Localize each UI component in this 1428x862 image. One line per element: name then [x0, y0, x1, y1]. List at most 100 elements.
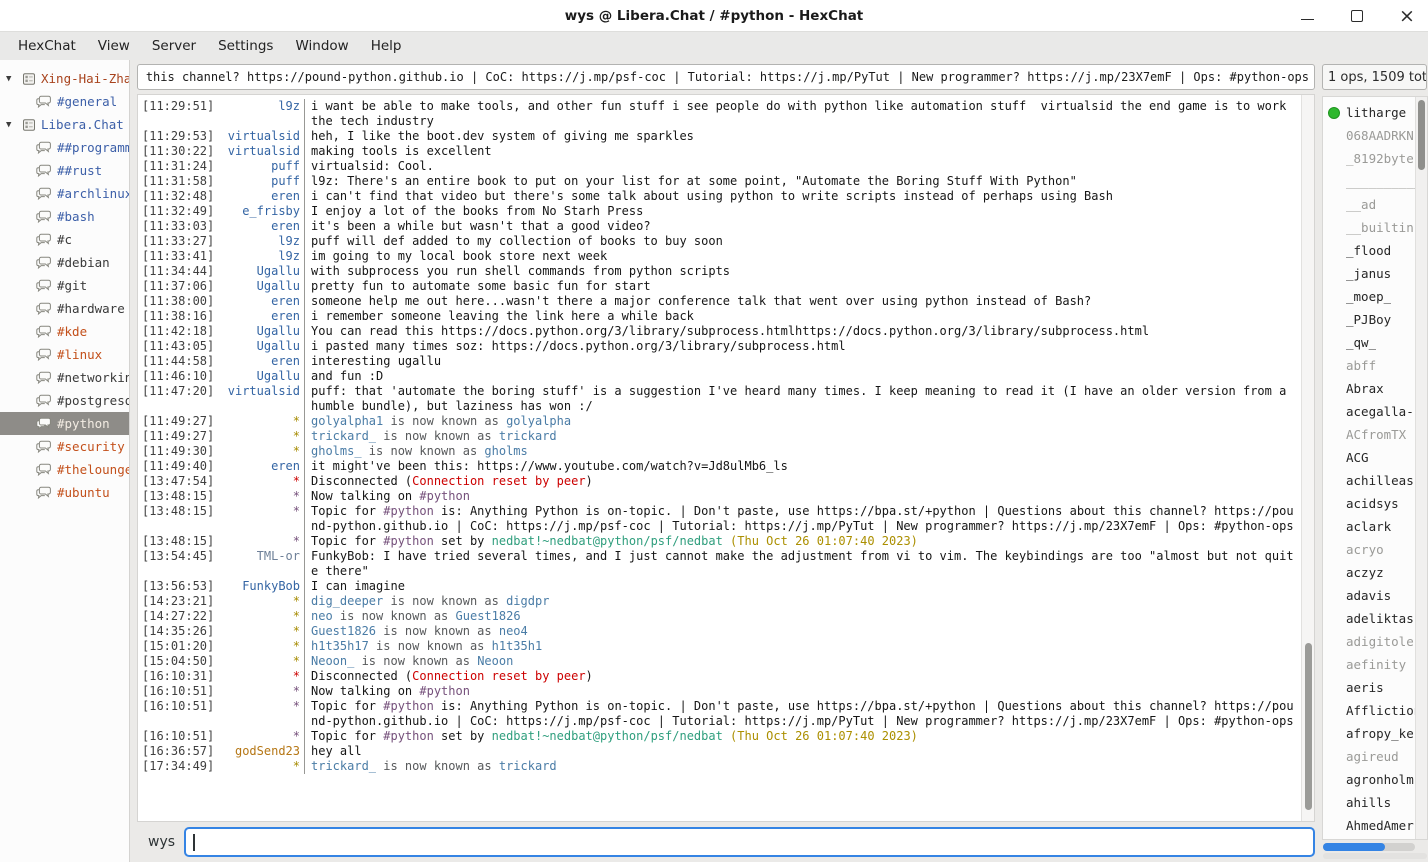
pane-separator-right[interactable] [1315, 60, 1322, 862]
userlist-hscrollbar-thumb[interactable] [1323, 843, 1385, 851]
menu-help[interactable]: Help [360, 34, 413, 58]
expander-icon[interactable]: ▼ [6, 120, 17, 130]
user-row[interactable]: 068AADRKN [1323, 124, 1415, 147]
pane-separator-left[interactable] [130, 60, 137, 862]
user-row[interactable]: adeliktas [1323, 607, 1415, 630]
userlist-hscrollbar[interactable] [1323, 843, 1415, 851]
user-nick: adigitole [1346, 634, 1414, 649]
nick: puff [271, 174, 300, 189]
status-spacer [1328, 475, 1340, 487]
user-row[interactable]: aclark [1323, 515, 1415, 538]
user-row[interactable]: aeris [1323, 676, 1415, 699]
tree-server-xing-hai-zhan[interactable]: ▼Xing-Hai-Zhan [0, 67, 129, 90]
chat-message: [16:10:31]*Disconnected (Connection rese… [140, 669, 1295, 684]
user-row[interactable]: AhmedAmer [1323, 814, 1415, 837]
menu-hexchat[interactable]: HexChat [7, 34, 87, 58]
message-text: dig_deeper is now known as digdpr [304, 594, 1295, 609]
user-row[interactable]: agireud [1323, 745, 1415, 768]
tree-channel-git[interactable]: #git [0, 274, 129, 297]
chat-message: [11:34:44]Ugalluwith subprocess you run … [140, 264, 1295, 279]
expander-icon[interactable]: ▼ [6, 74, 17, 84]
user-row[interactable]: __________ [1323, 170, 1415, 193]
user-nick: adavis [1346, 588, 1391, 603]
tree-channel-label: #bash [57, 209, 95, 224]
tree-server-libera.chat[interactable]: ▼Libera.Chat [0, 113, 129, 136]
user-row[interactable]: _janus [1323, 262, 1415, 285]
userlist-vscrollbar-thumb[interactable] [1418, 100, 1425, 170]
tree-channel-hardware[interactable]: #hardware [0, 297, 129, 320]
channel-icon [36, 440, 52, 453]
menu-server[interactable]: Server [141, 34, 207, 58]
tree-channel-ubuntu[interactable]: #ubuntu [0, 481, 129, 504]
status-spacer [1328, 636, 1340, 648]
user-row[interactable]: afropy_ke [1323, 722, 1415, 745]
user-row[interactable]: acegalla- [1323, 400, 1415, 423]
channel-icon [36, 210, 52, 223]
nick: eren [271, 219, 300, 234]
topic-input[interactable]: about this channel? https://pound-python… [137, 64, 1315, 90]
message-text: Now talking on #python [304, 684, 1295, 699]
tree-channel-linux[interactable]: #linux [0, 343, 129, 366]
tree-channel-archlinux[interactable]: #archlinux [0, 182, 129, 205]
message-text: Guest1826 is now known as neo4 [304, 624, 1295, 639]
user-row[interactable]: __ad [1323, 193, 1415, 216]
user-row[interactable]: achilleas [1323, 469, 1415, 492]
tree-channel-kde[interactable]: #kde [0, 320, 129, 343]
timestamp: [11:47:20] [142, 384, 214, 414]
user-nick: _qw_ [1346, 335, 1376, 350]
user-row[interactable]: agronholm [1323, 768, 1415, 791]
user-row[interactable]: acidsys [1323, 492, 1415, 515]
tree-channel-c[interactable]: #c [0, 228, 129, 251]
user-row[interactable]: _8192byte [1323, 147, 1415, 170]
user-row[interactable]: __builtin [1323, 216, 1415, 239]
tree-channel-debian[interactable]: #debian [0, 251, 129, 274]
tree-channel-rust[interactable]: ##rust [0, 159, 129, 182]
status-spacer [1328, 291, 1340, 303]
message-input[interactable] [184, 827, 1315, 857]
tree-channel-networking[interactable]: #networking [0, 366, 129, 389]
tree-channel-postgresql[interactable]: #postgresql [0, 389, 129, 412]
user-nick: aeris [1346, 680, 1384, 695]
message-text: it's been a while but wasn't that a good… [304, 219, 1295, 234]
userlist-vscrollbar[interactable] [1415, 97, 1427, 839]
user-row[interactable]: _qw_ [1323, 331, 1415, 354]
chat-scrollbar-thumb[interactable] [1305, 643, 1312, 810]
user-row[interactable]: Affliction [1323, 699, 1415, 722]
user-row[interactable]: ahills [1323, 791, 1415, 814]
menu-view[interactable]: View [87, 34, 141, 58]
maximize-button[interactable] [1351, 10, 1363, 22]
chat-scrollbar[interactable] [1301, 95, 1314, 821]
nick: e_frisby [242, 204, 300, 219]
window-title: wys @ Libera.Chat / #python - HexChat [565, 8, 864, 24]
userlist-hscrollbar-track2[interactable] [1323, 853, 1427, 859]
menu-settings[interactable]: Settings [207, 34, 284, 58]
user-row[interactable]: ACG [1323, 446, 1415, 469]
minimize-button[interactable] [1301, 12, 1314, 20]
user-row[interactable]: _moep_ [1323, 285, 1415, 308]
tree-channel-bash[interactable]: #bash [0, 205, 129, 228]
user-nick: _flood [1346, 243, 1391, 258]
user-row[interactable]: Abrax [1323, 377, 1415, 400]
nick: * [293, 624, 300, 639]
tree-channel-label: #postgresql [57, 393, 129, 408]
user-row[interactable]: acryo [1323, 538, 1415, 561]
menu-window[interactable]: Window [284, 34, 359, 58]
tree-channel-thelounge[interactable]: #thelounge [0, 458, 129, 481]
message-text: Topic for #python set by nedbat!~nedbat@… [304, 729, 1295, 744]
user-row[interactable]: aczyz [1323, 561, 1415, 584]
timestamp: [11:43:05] [142, 339, 214, 354]
tree-channel-security[interactable]: #security [0, 435, 129, 458]
user-row[interactable]: adigitole [1323, 630, 1415, 653]
user-row[interactable]: litharge [1323, 101, 1415, 124]
user-row[interactable]: ACfromTX [1323, 423, 1415, 446]
user-row[interactable]: adavis [1323, 584, 1415, 607]
user-row[interactable]: _flood [1323, 239, 1415, 262]
tree-channel-python[interactable]: #python [0, 412, 129, 435]
user-row[interactable]: aefinity [1323, 653, 1415, 676]
close-button[interactable]: × [1400, 9, 1414, 23]
tree-channel-programming[interactable]: ##programming [0, 136, 129, 159]
nick: eren [271, 354, 300, 369]
user-row[interactable]: _PJBoy [1323, 308, 1415, 331]
tree-channel-general[interactable]: #general [0, 90, 129, 113]
user-row[interactable]: abff [1323, 354, 1415, 377]
